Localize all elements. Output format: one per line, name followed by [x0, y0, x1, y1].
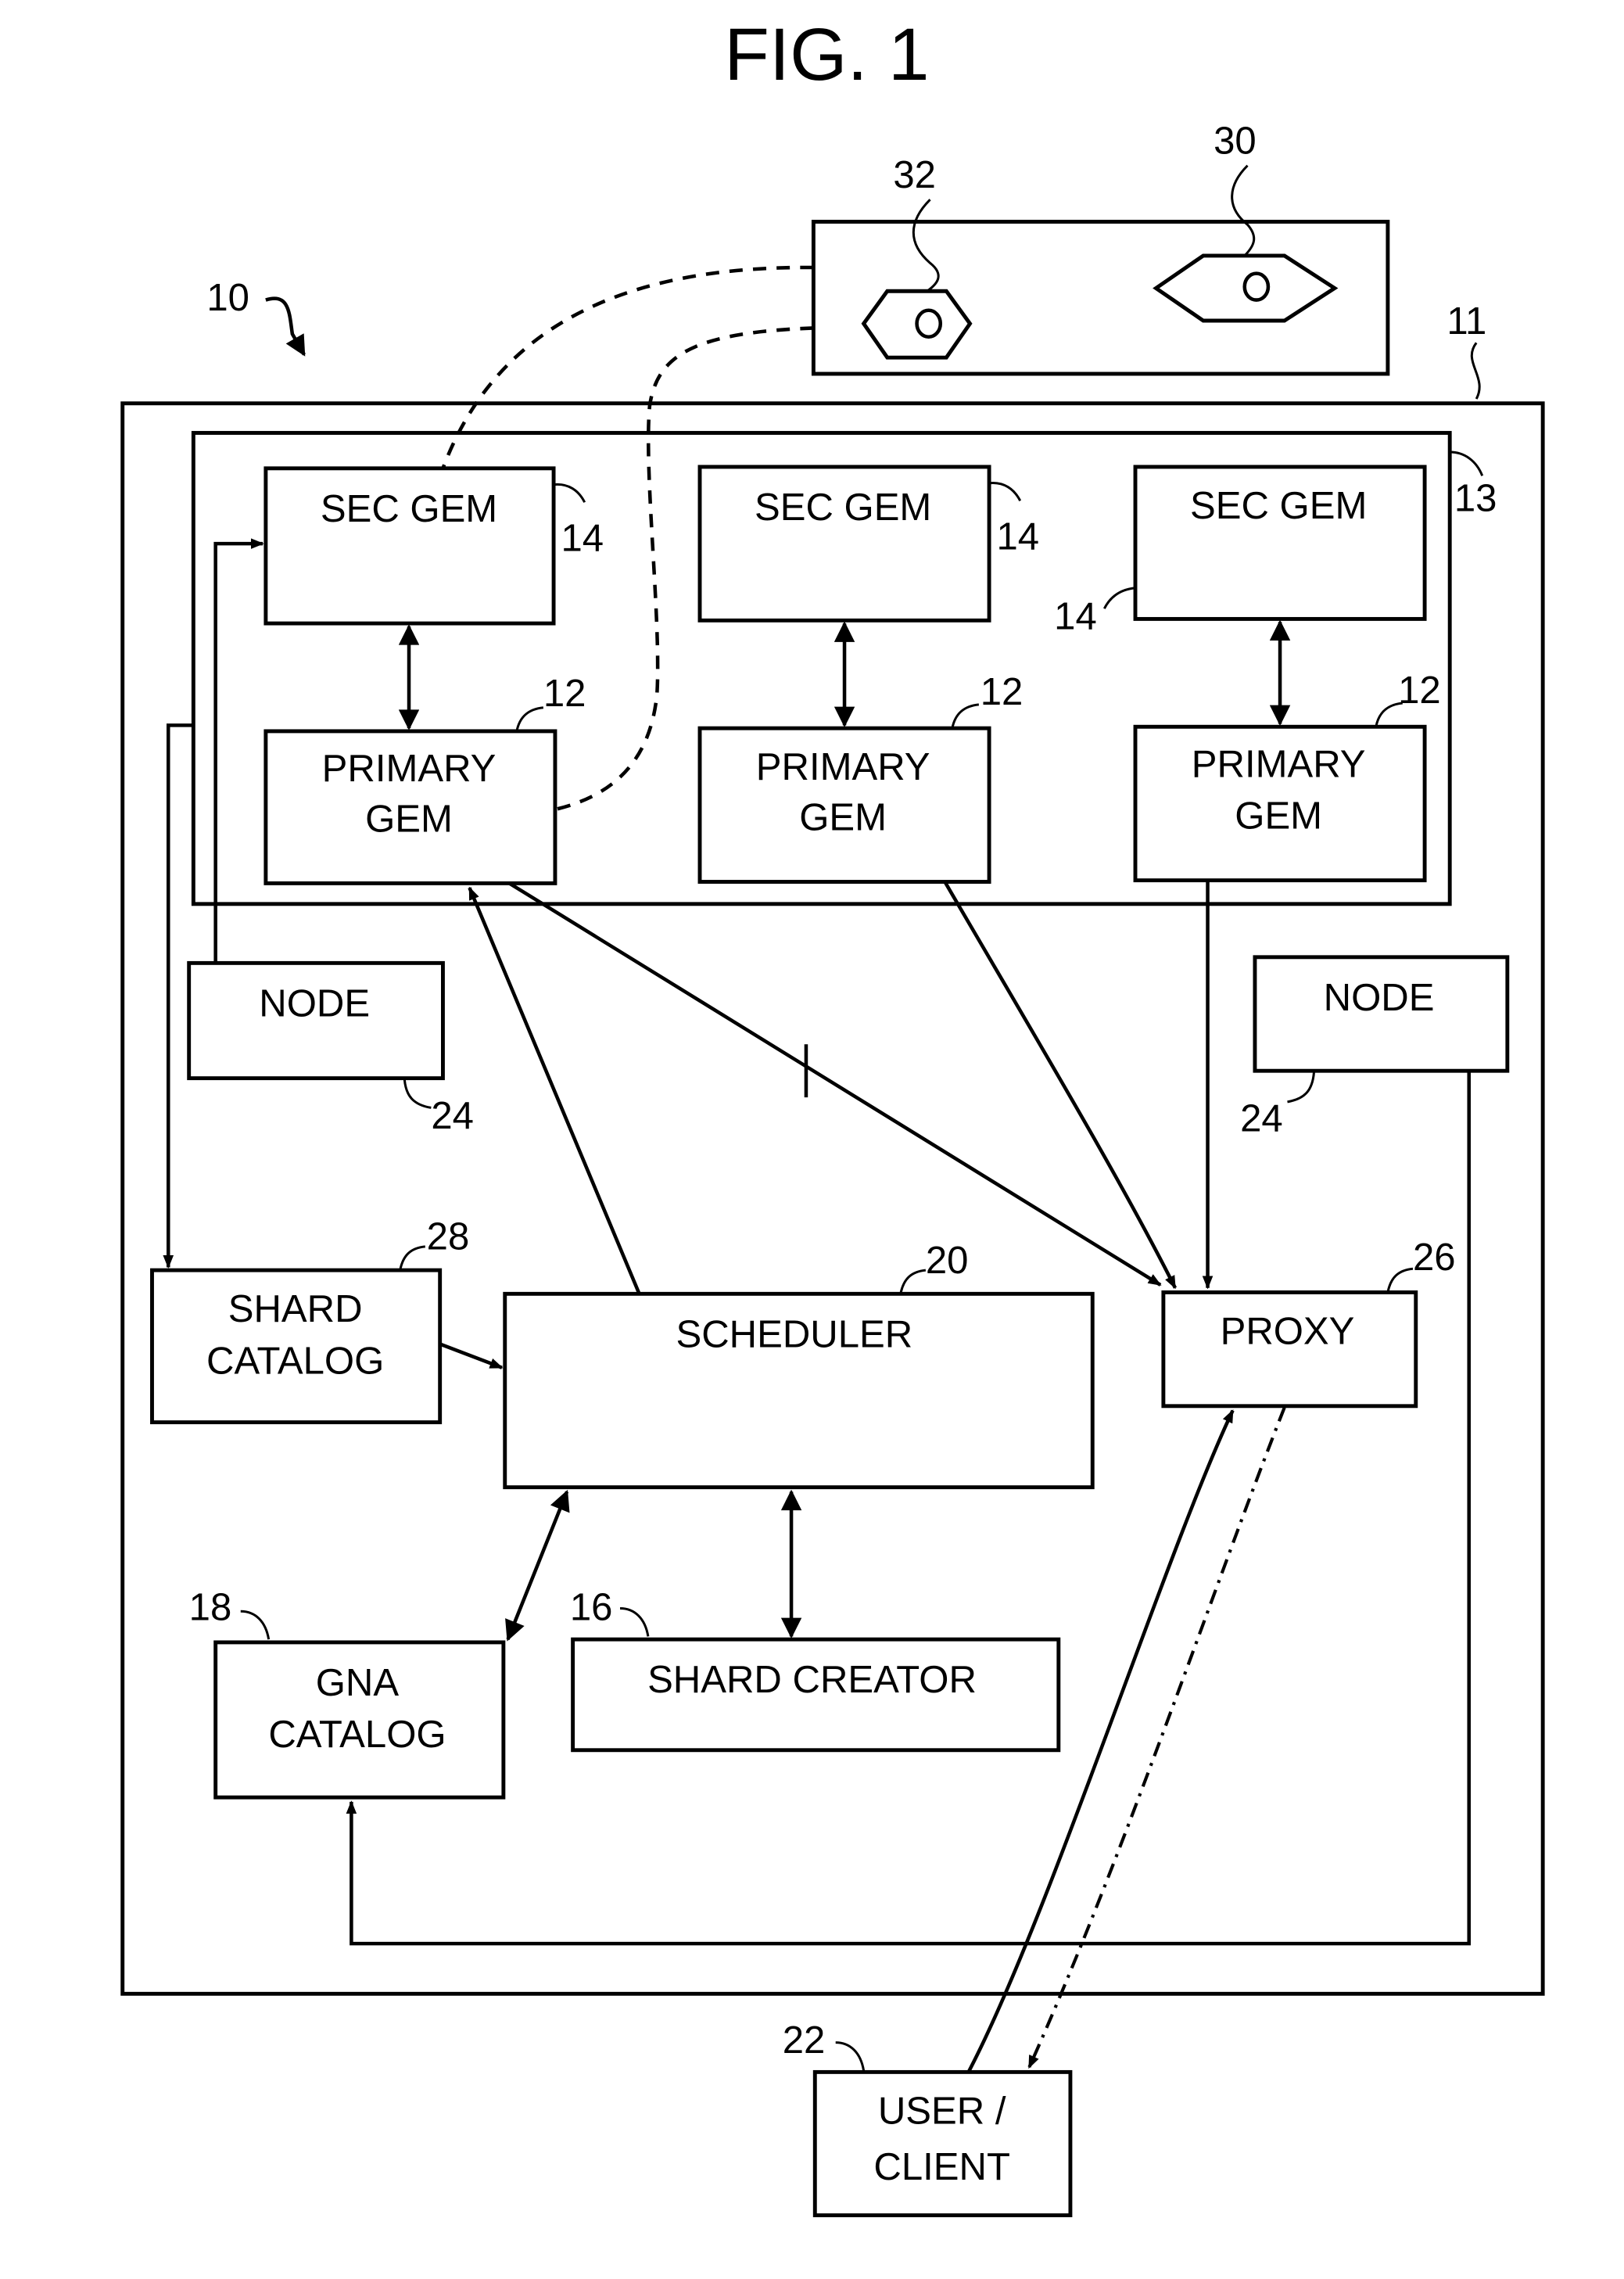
shard-catalog-label-line2: CATALOG [206, 1340, 384, 1382]
proxy-label: PROXY [1221, 1311, 1355, 1353]
ref-20: 20 [926, 1240, 969, 1282]
ref-13: 13 [1454, 478, 1497, 520]
leader-line [1287, 1071, 1315, 1104]
node-label: NODE [259, 982, 370, 1025]
leader-line [988, 482, 1022, 502]
scheduler-label: SCHEDULER [676, 1313, 912, 1355]
shard-catalog: SHARD CATALOG 28 [150, 1216, 504, 1425]
sec-gem-label: SEC GEM [1190, 485, 1367, 527]
node-to-gna-catalog-arrow [346, 1071, 1472, 1946]
primary-gem-label-line2: GEM [365, 798, 453, 840]
node-label: NODE [1324, 977, 1435, 1019]
primary-gem-2-to-proxy-arrow [943, 881, 1178, 1290]
leader-line [1103, 587, 1136, 609]
proxy-to-client-response-arrow [1027, 1406, 1286, 2069]
ref-16: 16 [570, 1587, 613, 1629]
ref-24: 24 [431, 1095, 474, 1137]
user-client-label-line2: CLIENT [873, 2146, 1010, 2188]
patent-figure: FIG. 1 10 32 30 11 13 SEC GEM 14 PRIMARY… [120, 14, 1545, 2217]
top-panel: 32 30 [811, 120, 1390, 376]
leader-line [1470, 342, 1481, 400]
ref-18: 18 [189, 1587, 232, 1629]
leader-line [899, 1269, 927, 1294]
primary-gem-label-line2: GEM [799, 796, 887, 838]
primary-gem-label-line1: PRIMARY [756, 746, 930, 788]
ref-12: 12 [543, 673, 586, 715]
leader-line [835, 2041, 866, 2071]
ref-14: 14 [997, 516, 1040, 558]
leader-line [619, 1606, 650, 1637]
dashed-link [441, 265, 814, 469]
primary-gem-label-line1: PRIMARY [1192, 743, 1366, 785]
leader-line [399, 1245, 425, 1271]
ref-30: 30 [1214, 120, 1257, 163]
scheduler-gna-bidirectional-arrow [505, 1489, 570, 1642]
primary-gem-label-line2: GEM [1235, 795, 1322, 838]
shard-catalog-to-scheduler-arrow [439, 1342, 504, 1369]
leader-line [403, 1079, 432, 1109]
ref-12: 12 [980, 671, 1024, 713]
user-client-label-line1: USER / [878, 2090, 1006, 2132]
leader-line [951, 703, 980, 729]
ref-26: 26 [1413, 1236, 1456, 1279]
node-to-sec-gem-arrow [213, 538, 264, 964]
sec-gem-label: SEC GEM [755, 486, 931, 529]
leader-line [1450, 450, 1484, 476]
ref-32: 32 [893, 154, 936, 196]
leader-line [240, 1610, 271, 1640]
gna-catalog-label-line1: GNA [316, 1662, 400, 1704]
shard-creator: SHARD CREATOR 16 [570, 1587, 1061, 1753]
ref-14: 14 [1054, 596, 1097, 638]
gna-catalog-label-line2: CATALOG [268, 1714, 446, 1756]
sec-gem-label: SEC GEM [321, 488, 497, 530]
gem-group-3: SEC GEM 14 PRIMARY GEM 12 [1054, 465, 1441, 883]
gem-group-2: SEC GEM 14 PRIMARY GEM 12 [697, 465, 1040, 884]
gem-group-1: SEC GEM 14 PRIMARY GEM 12 [263, 466, 604, 885]
ref-28: 28 [427, 1216, 470, 1258]
ref-22: 22 [783, 2019, 826, 2062]
ref-11: 11 [1447, 300, 1486, 343]
ref-24: 24 [1240, 1098, 1283, 1140]
gna-catalog: GNA CATALOG 18 [189, 1587, 506, 1800]
ref-14: 14 [561, 518, 604, 560]
shard-catalog-label-line1: SHARD [228, 1288, 363, 1330]
leader-line [515, 706, 544, 732]
figure-title: FIG. 1 [724, 14, 929, 96]
user-client: USER / CLIENT 22 [783, 2019, 1073, 2217]
system-reference: 10 [206, 277, 306, 357]
leader-line [1386, 1267, 1414, 1293]
curved-arrow-icon [265, 296, 306, 357]
primary-gem-label-line1: PRIMARY [322, 748, 497, 790]
shard-creator-label: SHARD CREATOR [647, 1659, 977, 1701]
ref-10: 10 [206, 277, 249, 319]
leader-line [553, 483, 586, 503]
ref-12: 12 [1398, 669, 1441, 712]
